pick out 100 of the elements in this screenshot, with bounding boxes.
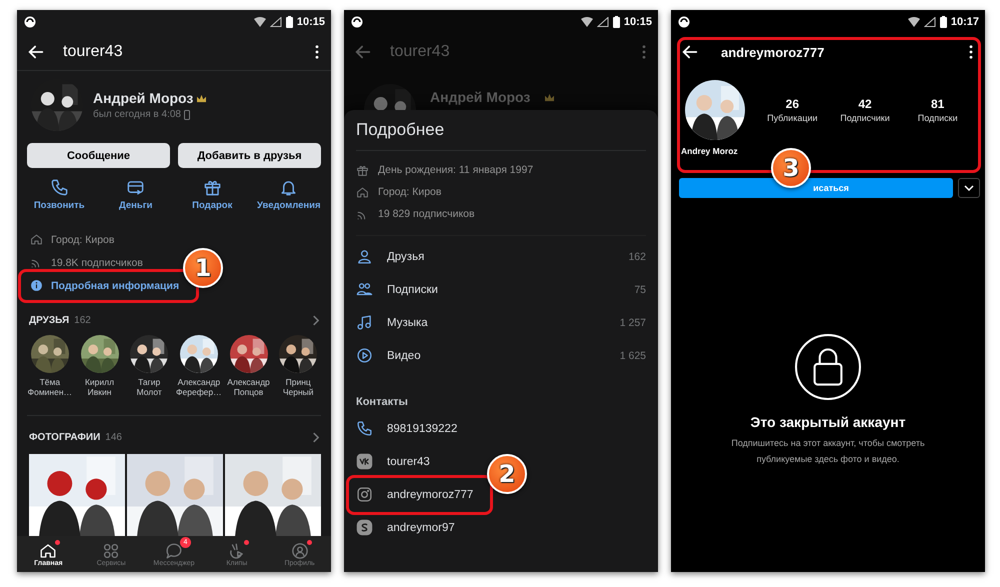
last-seen-text: был сегодня в 4:08 bbox=[93, 109, 181, 120]
phone-icon bbox=[184, 110, 190, 120]
friend-name[interactable]: Принц Черный bbox=[282, 377, 314, 398]
profile-icon bbox=[290, 542, 309, 560]
private-account-text: Подпишитесь на этот аккаунт, чтобы смотреть публикуемые здесь фото и видео. bbox=[730, 437, 926, 466]
message-button[interactable]: Сообщение bbox=[27, 143, 170, 168]
stat-label: Публикации bbox=[767, 113, 818, 123]
step-number-badge: 3 bbox=[771, 148, 811, 188]
friend-name[interactable]: Тёма Фоминен… bbox=[28, 377, 72, 398]
call-icon bbox=[50, 178, 69, 197]
crown-icon bbox=[544, 92, 556, 102]
profile-name: Андрей Мороз bbox=[93, 90, 194, 106]
action-link[interactable]: Уведомления bbox=[256, 200, 321, 211]
battery-icon bbox=[286, 16, 293, 28]
profile-info-text: 19.8K подписчиков bbox=[51, 256, 143, 268]
contact-link[interactable]: tourer43 bbox=[387, 456, 430, 468]
contact-link[interactable]: andreymor97 bbox=[387, 522, 455, 534]
counter-label[interactable]: Музыка bbox=[387, 316, 428, 328]
action-link[interactable]: Подарок bbox=[192, 200, 232, 211]
signal-icon bbox=[924, 17, 936, 27]
wifi-icon bbox=[254, 17, 266, 27]
wifi-icon bbox=[580, 17, 593, 27]
status-time: 10:17 bbox=[950, 16, 979, 28]
signal-icon bbox=[270, 17, 282, 27]
contact-link[interactable]: 89819139222 bbox=[387, 422, 458, 434]
home-icon bbox=[39, 542, 58, 560]
stat-label: Подписчики bbox=[840, 113, 890, 123]
app-logo-icon bbox=[678, 16, 690, 28]
crown-icon bbox=[196, 94, 208, 102]
counter-value: 162 bbox=[628, 250, 646, 262]
step-number-badge: 1 bbox=[183, 248, 223, 288]
profile-username-title: tourer43 bbox=[390, 43, 451, 61]
more-options-icon[interactable] bbox=[315, 45, 319, 59]
private-account-title: Это закрытый аккаунт bbox=[750, 414, 906, 430]
chat-icon bbox=[164, 542, 183, 560]
counter-value: 75 bbox=[634, 284, 646, 296]
battery-icon bbox=[940, 16, 947, 28]
dropdown-button[interactable] bbox=[958, 178, 980, 198]
detailed-info-link[interactable]: Подробная информация bbox=[51, 280, 180, 292]
section-title: ДРУЗЬЯ bbox=[29, 314, 70, 326]
gift-icon bbox=[202, 178, 222, 197]
counter-label[interactable]: Друзья bbox=[387, 250, 424, 262]
app-logo-icon bbox=[351, 16, 363, 28]
vk-icon bbox=[356, 453, 373, 470]
profile-username-title: andreymoroz777 bbox=[721, 44, 826, 60]
subs-icon bbox=[356, 281, 373, 298]
counter-label[interactable]: Подписки bbox=[387, 284, 438, 296]
chevron-down-icon bbox=[964, 185, 974, 191]
friend-name[interactable]: Кирилл Ивкин bbox=[84, 377, 114, 398]
chevron-right-icon[interactable] bbox=[312, 314, 319, 326]
info-icon bbox=[30, 279, 43, 292]
counter-value: 1 257 bbox=[620, 316, 646, 328]
section-count: 162 bbox=[74, 314, 91, 326]
money-icon bbox=[126, 178, 146, 197]
battery-icon bbox=[612, 16, 620, 28]
gift-icon bbox=[356, 164, 369, 176]
profile-name: Андрей Мороз bbox=[430, 89, 530, 105]
friend-name[interactable]: Александр Попцов bbox=[227, 377, 270, 398]
sheet-title: Подробнее bbox=[356, 110, 646, 151]
phone-icon bbox=[356, 420, 373, 437]
action-link[interactable]: Деньги bbox=[118, 200, 153, 211]
counter-value: 1 625 bbox=[620, 350, 646, 362]
home-icon bbox=[356, 186, 369, 198]
signal-icon bbox=[596, 17, 609, 27]
profile-info-text: 19 829 подписчиков bbox=[378, 208, 475, 220]
status-time: 10:15 bbox=[296, 16, 325, 28]
section-title: ФОТОГРАФИИ bbox=[29, 432, 100, 442]
back-arrow-icon[interactable] bbox=[681, 43, 699, 61]
stat-value: 42 bbox=[858, 97, 872, 111]
instagram-icon bbox=[356, 486, 373, 503]
stat-label: Подписки bbox=[918, 113, 958, 123]
back-arrow-icon[interactable] bbox=[27, 43, 45, 61]
wifi-icon bbox=[908, 17, 920, 27]
contact-link[interactable]: andreymoroz777 bbox=[387, 488, 474, 500]
profile-info-text: Город: Киров bbox=[378, 186, 442, 198]
skype-icon bbox=[356, 519, 373, 536]
add-friend-button[interactable]: Добавить в друзья bbox=[178, 143, 321, 168]
profile-info-text: Город: Киров bbox=[51, 234, 114, 246]
friend-name[interactable]: Александр Ферефер… bbox=[176, 377, 222, 398]
chevron-right-icon[interactable] bbox=[312, 432, 319, 442]
status-time: 10:15 bbox=[624, 16, 652, 28]
stat-value: 81 bbox=[931, 97, 944, 111]
step-number-badge: 2 bbox=[487, 454, 527, 494]
profile-info-text: День рождения: 11 января 1997 bbox=[378, 164, 534, 176]
profile-username-title: tourer43 bbox=[63, 43, 124, 61]
lock-icon bbox=[795, 334, 861, 400]
music-icon bbox=[356, 314, 373, 331]
services-icon bbox=[102, 542, 120, 560]
more-options-icon[interactable] bbox=[969, 45, 973, 59]
app-logo-icon bbox=[24, 16, 36, 28]
friends-icon bbox=[356, 248, 373, 265]
stat-value: 26 bbox=[786, 97, 800, 111]
full-name: Andrey Moroz bbox=[680, 145, 739, 156]
friend-name[interactable]: Тагир Молот bbox=[136, 377, 162, 398]
action-link[interactable]: Позвонить bbox=[34, 200, 85, 211]
video-icon bbox=[356, 347, 373, 364]
clips-icon bbox=[228, 542, 246, 560]
counter-label[interactable]: Видео bbox=[387, 350, 421, 362]
section-count: 146 bbox=[105, 432, 122, 442]
section-title: Контакты bbox=[356, 395, 409, 408]
